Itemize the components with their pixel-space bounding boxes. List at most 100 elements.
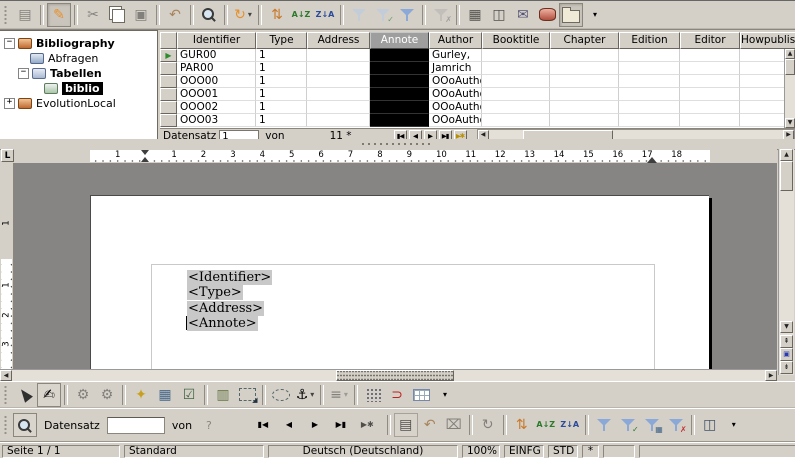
row-header[interactable] bbox=[160, 75, 177, 88]
dropdown-arrow-icon[interactable]: ▾ bbox=[344, 390, 348, 399]
table-cell[interactable] bbox=[370, 49, 429, 62]
table-cell[interactable] bbox=[482, 62, 550, 75]
standard-filter-button[interactable] bbox=[592, 413, 616, 437]
table-cell[interactable] bbox=[740, 114, 785, 127]
display-grid-button[interactable] bbox=[361, 383, 385, 407]
table-cell[interactable] bbox=[680, 75, 740, 88]
record-number-input[interactable] bbox=[107, 417, 165, 434]
indent-marker-icon[interactable] bbox=[141, 150, 150, 162]
auto-filter-button[interactable] bbox=[347, 3, 371, 27]
table-cell[interactable] bbox=[482, 75, 550, 88]
scroll-right-icon[interactable]: ▶ bbox=[765, 370, 777, 381]
data-to-text-button[interactable]: ▦ bbox=[463, 3, 487, 27]
document-page[interactable]: <Identifier><Type><Address><Annote> bbox=[90, 195, 709, 369]
scroll-down-icon[interactable]: ▼ bbox=[780, 321, 793, 333]
previous-page-icon[interactable]: ⇞ bbox=[780, 335, 793, 348]
edit-data-button[interactable]: ✎ bbox=[47, 3, 71, 27]
table-cell[interactable] bbox=[307, 101, 370, 114]
table-cell[interactable] bbox=[370, 114, 429, 127]
last-record-button[interactable]: ▶▮ bbox=[333, 413, 349, 437]
column-header-booktitle[interactable]: Booktitle bbox=[482, 32, 550, 49]
dropdown-arrow-icon[interactable]: ▾ bbox=[310, 390, 314, 399]
table-cell[interactable]: OOO02 bbox=[177, 101, 256, 114]
table-cell[interactable] bbox=[370, 101, 429, 114]
table-cell[interactable] bbox=[680, 49, 740, 62]
toolbar-grip[interactable] bbox=[3, 5, 9, 25]
table-cell[interactable]: GUR00 bbox=[177, 49, 256, 62]
table-cell[interactable]: 1 bbox=[256, 75, 307, 88]
table-cell[interactable]: Gurley, bbox=[429, 49, 482, 62]
copy-button[interactable] bbox=[105, 3, 129, 27]
first-record-button[interactable]: ▮◀ bbox=[255, 413, 271, 437]
next-page-icon[interactable]: ⇟ bbox=[780, 361, 793, 374]
sort-button[interactable]: ⇅ bbox=[510, 413, 534, 437]
table-row[interactable]: OOO021OOoAutho bbox=[160, 101, 785, 114]
current-record-marker[interactable]: ▶ bbox=[160, 49, 177, 62]
undo-data-entry-button[interactable]: ↶ bbox=[418, 413, 442, 437]
data-source-as-table-button[interactable]: ◫ bbox=[698, 413, 722, 437]
new-record-button[interactable]: ▶✱ bbox=[359, 413, 376, 437]
table-cell[interactable]: OOoAutho bbox=[429, 101, 482, 114]
table-cell[interactable] bbox=[370, 62, 429, 75]
sort-ascending-button[interactable]: A↓Z bbox=[534, 413, 558, 437]
status-zoom-level[interactable]: 100% bbox=[462, 445, 500, 458]
column-header-author[interactable]: Author bbox=[429, 32, 482, 49]
table-cell[interactable] bbox=[680, 62, 740, 75]
status-page-style[interactable]: Standard bbox=[124, 445, 264, 458]
table-cell[interactable]: 1 bbox=[256, 62, 307, 75]
column-header-type[interactable]: Type bbox=[256, 32, 307, 49]
snap-to-grid-button[interactable]: ⊃ bbox=[385, 383, 409, 407]
table-cell[interactable] bbox=[619, 49, 680, 62]
status-digital-signature[interactable] bbox=[603, 445, 635, 458]
status-page-indicator[interactable]: Seite 1 / 1 bbox=[2, 445, 120, 458]
column-header-edition[interactable]: Edition bbox=[619, 32, 680, 49]
table-cell[interactable] bbox=[550, 101, 619, 114]
table-cell[interactable] bbox=[740, 101, 785, 114]
apply-filter-button[interactable]: ✓ bbox=[616, 413, 640, 437]
column-header-annote[interactable]: Annote bbox=[370, 32, 429, 49]
next-record-button[interactable]: ▶ bbox=[307, 413, 323, 437]
tree-item-biblio[interactable]: biblio bbox=[0, 81, 157, 96]
row-header[interactable] bbox=[160, 114, 177, 127]
scroll-up-icon[interactable]: ▲ bbox=[785, 49, 795, 59]
scroll-down-icon[interactable]: ▼ bbox=[785, 118, 795, 128]
data-to-fields-button[interactable]: ◫ bbox=[487, 3, 511, 27]
table-cell[interactable] bbox=[550, 62, 619, 75]
table-row[interactable]: OOO001OOoAutho bbox=[160, 75, 785, 88]
column-header-editor[interactable]: Editor bbox=[680, 32, 740, 49]
table-cell[interactable] bbox=[680, 88, 740, 101]
table-cell[interactable] bbox=[740, 49, 785, 62]
toolbar-overflow-button[interactable]: ▾ bbox=[722, 413, 746, 437]
refresh-button[interactable]: ↻▾ bbox=[231, 3, 255, 27]
table-cell[interactable] bbox=[370, 75, 429, 88]
table-cell[interactable] bbox=[482, 114, 550, 127]
toolbar-grip[interactable] bbox=[3, 385, 9, 405]
sort-ascending-button[interactable]: A↓Z bbox=[289, 3, 313, 27]
change-anchor-button[interactable]: ⚓▾ bbox=[293, 383, 317, 407]
sort-button[interactable]: ⇅ bbox=[265, 3, 289, 27]
column-header-address[interactable]: Address bbox=[307, 32, 370, 49]
table-row[interactable]: ▶GUR001Gurley, bbox=[160, 49, 785, 62]
table-cell[interactable] bbox=[619, 101, 680, 114]
table-cell[interactable] bbox=[370, 88, 429, 101]
standard-filter-button[interactable] bbox=[395, 3, 419, 27]
table-cell[interactable] bbox=[307, 62, 370, 75]
row-header[interactable] bbox=[160, 62, 177, 75]
table-cell[interactable] bbox=[740, 88, 785, 101]
remove-filter-sort-button[interactable]: ✗ bbox=[664, 413, 688, 437]
status-language[interactable]: Deutsch (Deutschland) bbox=[268, 445, 458, 458]
tree-item-abfragen[interactable]: Abfragen bbox=[0, 51, 157, 66]
open-in-design-mode-button[interactable]: ▥ bbox=[211, 383, 235, 407]
table-cell[interactable] bbox=[550, 75, 619, 88]
table-cell[interactable] bbox=[619, 62, 680, 75]
expand-icon[interactable]: + bbox=[4, 98, 15, 109]
tree-item-evolutionlocal[interactable]: +EvolutionLocal bbox=[0, 96, 157, 111]
form-navigator-button[interactable]: ✦ bbox=[129, 383, 153, 407]
row-header[interactable] bbox=[160, 88, 177, 101]
helplines-when-moving-button[interactable] bbox=[409, 383, 433, 407]
design-mode-on-off-button[interactable]: ✍ bbox=[37, 383, 61, 407]
position-and-size-button[interactable] bbox=[269, 383, 293, 407]
scroll-up-icon[interactable]: ▲ bbox=[780, 149, 793, 161]
splitter-grip[interactable] bbox=[360, 142, 430, 146]
explorer-on-off-button[interactable] bbox=[559, 3, 583, 27]
